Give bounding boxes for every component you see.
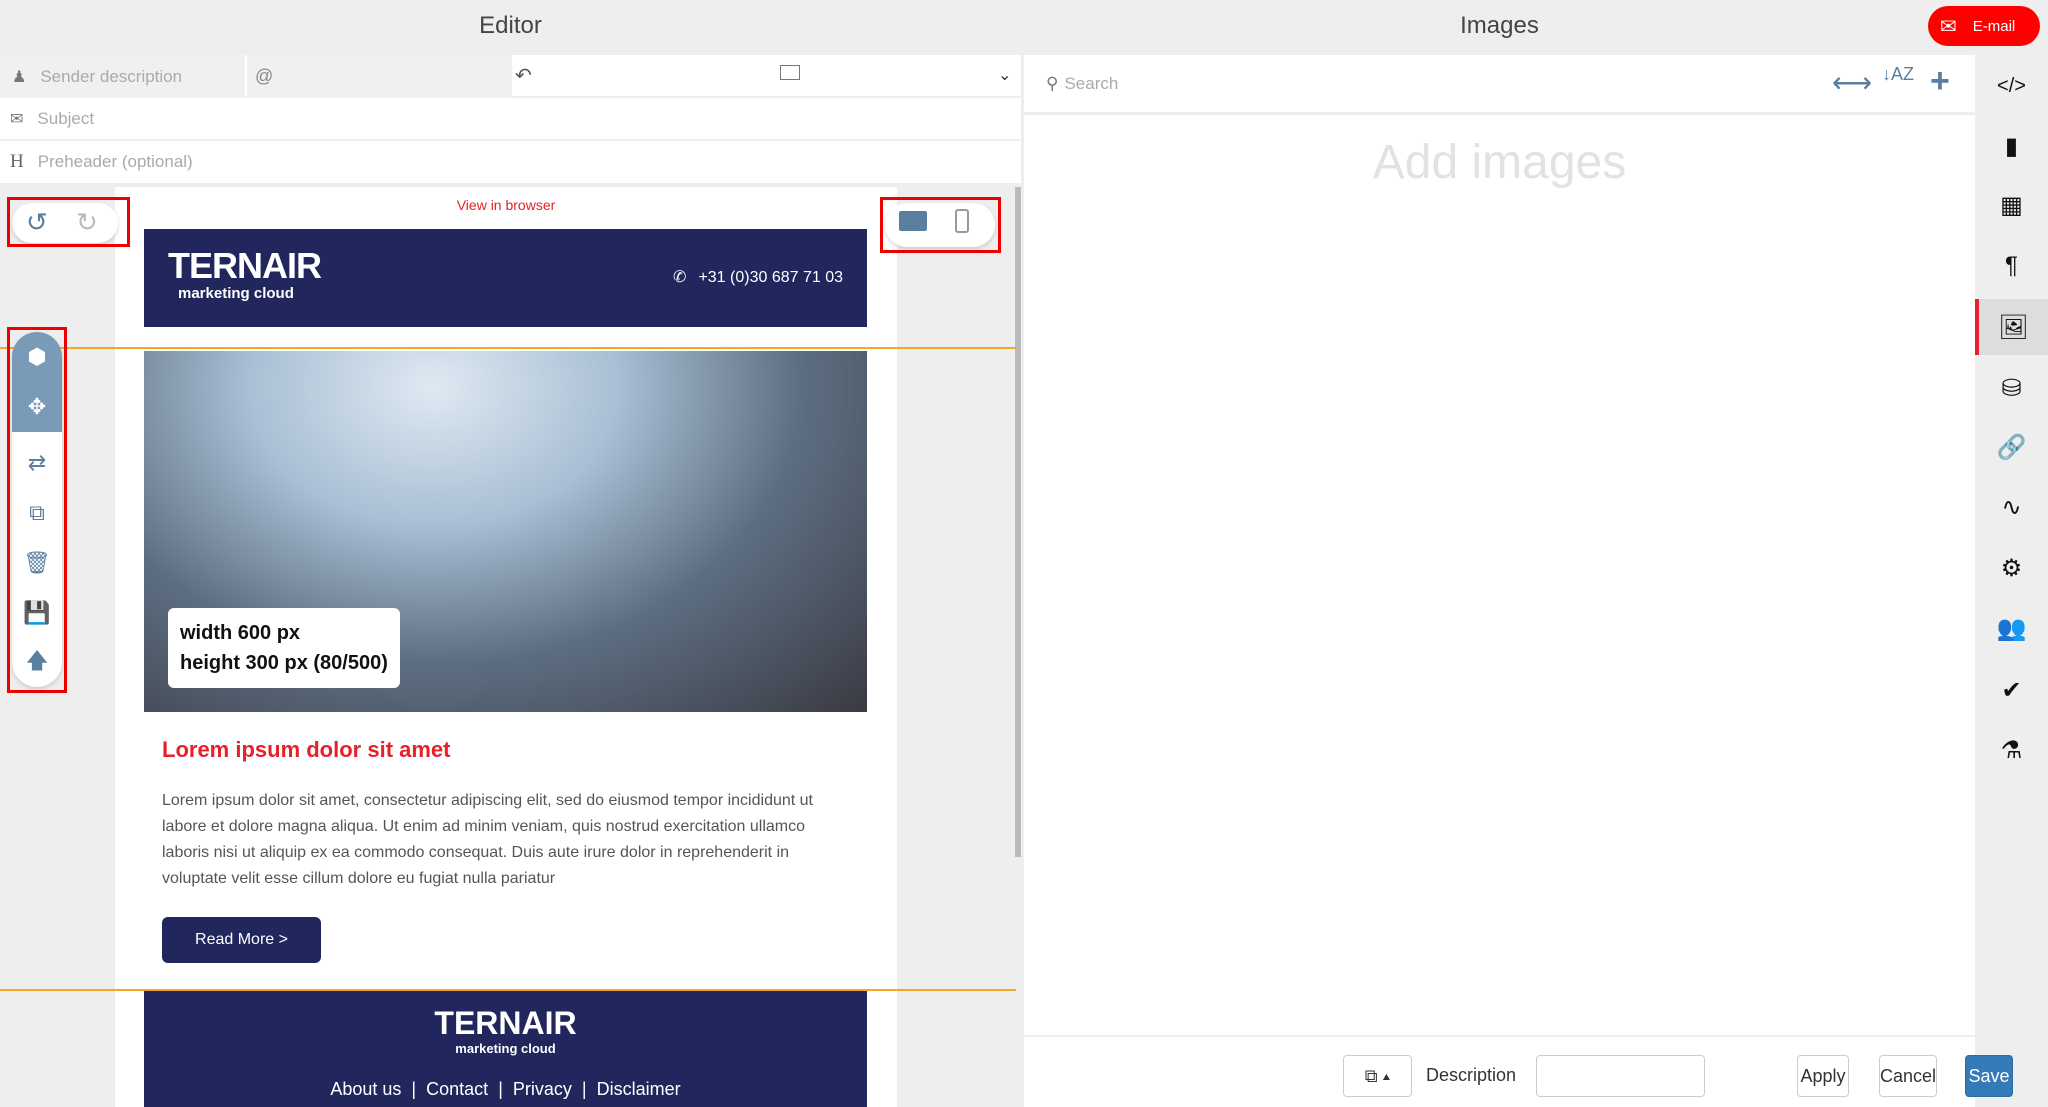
chevron-down-icon[interactable]: ⌄ xyxy=(998,65,1011,85)
phone-number: ✆ +31 (0)30 687 71 03 xyxy=(673,269,843,286)
article-heading: Lorem ipsum dolor sit amet xyxy=(162,737,451,762)
heading-icon: H xyxy=(10,151,24,172)
search-placeholder: Search xyxy=(1064,73,1119,93)
footer-logo-subtitle: marketing cloud xyxy=(455,1041,556,1056)
contact-card-icon[interactable] xyxy=(780,65,800,80)
read-more-button[interactable]: Read More > xyxy=(162,917,321,963)
highlight-box xyxy=(880,197,1001,253)
at-symbol: @ xyxy=(255,66,274,86)
sort-az-icon[interactable]: ↓AZ xyxy=(1882,65,1914,83)
gear-icon[interactable]: ⚙ xyxy=(1975,540,2048,596)
reply-icon[interactable]: ↶ xyxy=(515,63,532,88)
footer-logo: TERNAIR xyxy=(434,1005,577,1041)
link-icon[interactable]: 🔗 xyxy=(1975,419,2048,475)
preheader-placeholder: Preheader (optional) xyxy=(37,152,193,171)
image-icon[interactable]: 🖼 xyxy=(1975,299,2048,355)
sender-email-field[interactable]: @ xyxy=(247,55,512,98)
apply-button[interactable]: Apply xyxy=(1797,1055,1849,1097)
sender-description-field[interactable]: ♟ Sender description xyxy=(0,55,245,98)
email-footer-banner: TERNAIR marketing cloud About us | Conta… xyxy=(144,991,867,1107)
selection-line-top xyxy=(0,347,1016,349)
code-icon[interactable]: </> xyxy=(1975,58,2048,114)
view-in-browser-link[interactable]: View in browser xyxy=(115,197,897,213)
ternair-logo: TERNAIR xyxy=(168,245,322,286)
sender-row: ♟ Sender description @ ↶ ⌄ xyxy=(0,55,1021,98)
divider xyxy=(1024,1035,1975,1037)
database-icon[interactable]: ⛁ xyxy=(1975,360,2048,416)
image-width-text: width 600 px xyxy=(180,622,301,644)
email-badge[interactable]: ✉ E-mail xyxy=(1928,6,2040,46)
about-link[interactable]: About us xyxy=(330,1079,401,1099)
privacy-link[interactable]: Privacy xyxy=(513,1079,572,1099)
add-images-placeholder[interactable]: Add images xyxy=(1024,135,1975,190)
cancel-button[interactable]: Cancel xyxy=(1879,1055,1937,1097)
footer-links: About us | Contact | Privacy | Disclaime… xyxy=(330,1079,681,1099)
paste-icon: ⧉ ▴ xyxy=(1364,1065,1391,1086)
description-label: Description xyxy=(1426,1065,1517,1085)
paragraph-icon[interactable]: ¶ xyxy=(1975,238,2048,294)
add-image-icon[interactable]: + xyxy=(1930,62,1950,101)
resize-icon[interactable]: ⟷ xyxy=(1832,66,1872,99)
hero-image[interactable]: width 600 px height 300 px (80/500) xyxy=(144,351,867,712)
check-icon[interactable]: ✔ xyxy=(1975,662,2048,718)
flask-icon[interactable]: ⚗ xyxy=(1975,722,2048,778)
images-title: Images xyxy=(1460,12,1539,39)
search-icon: ⚲ xyxy=(1046,73,1059,93)
highlight-box xyxy=(7,197,130,247)
images-panel xyxy=(1024,55,1975,1107)
phone-icon: ✆ xyxy=(673,269,687,286)
scrollbar[interactable] xyxy=(1015,187,1021,857)
logo-subtitle: marketing cloud xyxy=(178,285,294,302)
envelope-icon: ✉ xyxy=(1940,15,1957,38)
user-icon: ♟ xyxy=(12,68,27,86)
users-icon[interactable]: 👥 xyxy=(1975,600,2048,656)
rss-icon[interactable]: ∿ xyxy=(1975,479,2048,535)
image-height-text: height 300 px (80/500) xyxy=(180,652,388,674)
file-icon[interactable]: ▮ xyxy=(1975,118,2048,174)
subject-placeholder: Subject xyxy=(37,108,95,128)
subject-field[interactable]: ✉ Subject xyxy=(0,98,1021,141)
contact-link[interactable]: Contact xyxy=(426,1079,488,1099)
description-input[interactable] xyxy=(1536,1055,1705,1097)
save-button[interactable]: Save xyxy=(1965,1055,2013,1097)
email-header-banner: TERNAIR marketing cloud ✆ +31 (0)30 687 7… xyxy=(144,229,867,327)
disclaimer-link[interactable]: Disclaimer xyxy=(597,1079,681,1099)
preheader-field[interactable]: H Preheader (optional) xyxy=(0,141,1021,185)
image-size-label: width 600 px height 300 px (80/500) xyxy=(168,608,400,688)
highlight-box xyxy=(7,327,67,693)
grid-icon[interactable]: ▦ xyxy=(1975,177,2048,233)
editor-title: Editor xyxy=(479,12,542,39)
sender-placeholder: Sender description xyxy=(40,66,183,86)
envelope-icon: ✉ xyxy=(10,110,24,128)
paste-dropdown-button[interactable]: ⧉ ▴ xyxy=(1343,1055,1412,1097)
article-body: Lorem ipsum dolor sit amet, consectetur … xyxy=(162,792,813,887)
